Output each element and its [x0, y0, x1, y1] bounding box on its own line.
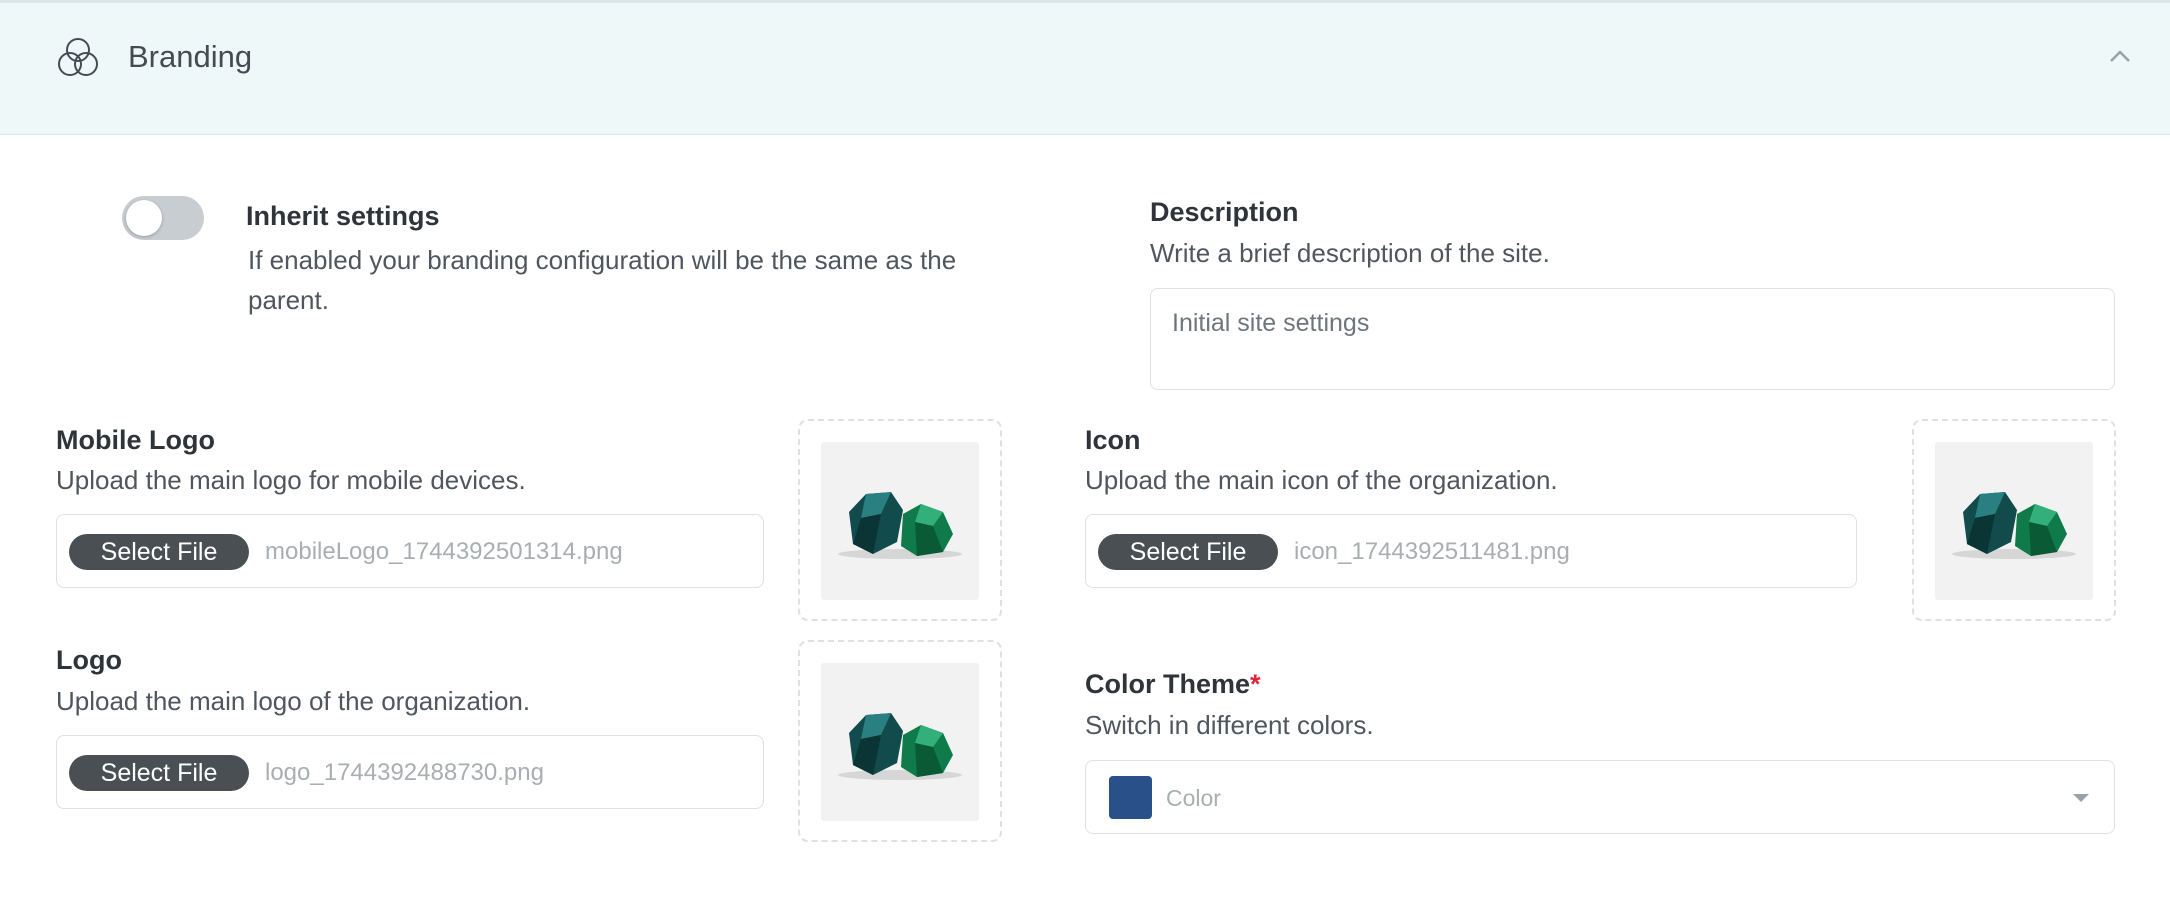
gemstones-image: [838, 713, 962, 780]
mobile-logo-help: Upload the main logo for mobile devices.: [56, 465, 526, 495]
color-theme-placeholder: Color: [1166, 785, 1221, 811]
description-textarea[interactable]: Initial site settings: [1150, 288, 2115, 390]
gemstones-image: [1952, 492, 2076, 559]
color-theme-help: Switch in different colors.: [1085, 710, 1374, 740]
icon-preview-image: [1935, 442, 2093, 600]
logo-preview-image: [821, 663, 979, 821]
icon-preview: [1912, 419, 2116, 621]
icon-select-file-button[interactable]: Select File: [1098, 534, 1278, 570]
color-theme-select[interactable]: Color: [1085, 760, 2115, 834]
icon-file-input[interactable]: Select File icon_1744392511481.png: [1085, 514, 1857, 588]
mobile-logo-file-name: mobileLogo_1744392501314.png: [265, 538, 623, 565]
logo-select-file-button[interactable]: Select File: [69, 755, 249, 791]
description-value: Initial site settings: [1172, 309, 1370, 337]
color-swatch: [1109, 776, 1152, 819]
mobile-logo-select-file-button[interactable]: Select File: [69, 534, 249, 570]
icon-label: Icon: [1085, 425, 1141, 455]
section-title: Branding: [128, 39, 253, 74]
inherit-settings-toggle[interactable]: [122, 196, 204, 240]
color-theme-label: Color Theme*: [1085, 669, 1261, 700]
mobile-logo-preview: [798, 419, 1002, 621]
logo-file-name: logo_1744392488730.png: [265, 759, 544, 786]
mobile-logo-label: Mobile Logo: [56, 425, 215, 455]
description-help: Write a brief description of the site.: [1150, 238, 1550, 268]
mobile-logo-file-input[interactable]: Select File mobileLogo_1744392501314.png: [56, 514, 764, 588]
logo-label: Logo: [56, 645, 122, 675]
chevron-up-icon[interactable]: [2108, 47, 2132, 65]
logo-preview: [798, 640, 1002, 842]
icon-help: Upload the main icon of the organization…: [1085, 465, 1558, 495]
branding-section-header[interactable]: Branding: [0, 0, 2170, 135]
logo-file-input[interactable]: Select File logo_1744392488730.png: [56, 735, 764, 809]
required-asterisk: *: [1250, 669, 1261, 699]
icon-file-name: icon_1744392511481.png: [1294, 538, 1570, 565]
caret-down-icon: [2073, 794, 2089, 802]
description-label: Description: [1150, 197, 1299, 227]
venn-circles-icon: [58, 38, 98, 76]
gemstones-image: [838, 492, 962, 559]
inherit-settings-label: Inherit settings: [246, 201, 440, 231]
logo-help: Upload the main logo of the organization…: [56, 686, 531, 716]
inherit-settings-help: If enabled your branding configuration w…: [248, 245, 957, 315]
color-theme-label-text: Color Theme: [1085, 669, 1251, 699]
mobile-logo-preview-image: [821, 442, 979, 600]
toggle-knob: [126, 200, 162, 236]
